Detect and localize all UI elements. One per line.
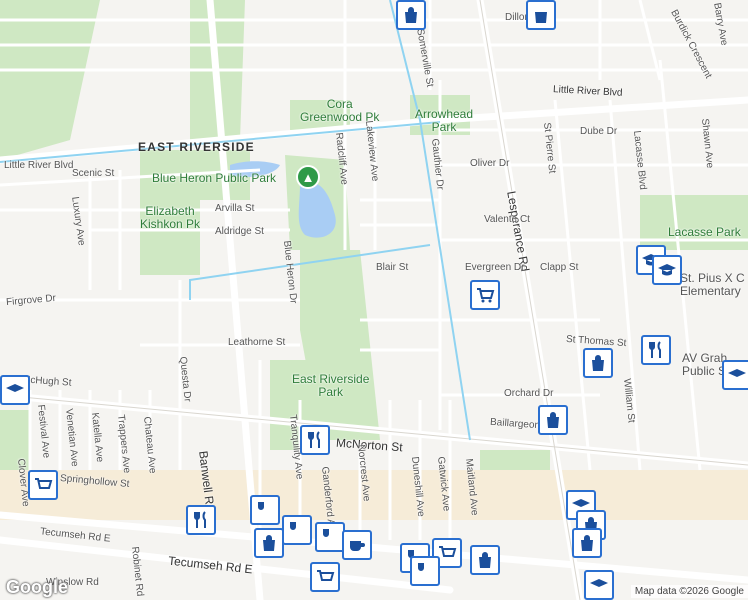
restaurant-icon[interactable] bbox=[282, 515, 312, 545]
map-view[interactable]: EAST RIVERSIDE Cora Greenwood Pk Arrowhe… bbox=[0, 0, 748, 600]
cafe-icon[interactable] bbox=[342, 530, 372, 560]
park-pin-icon[interactable]: ▲ bbox=[296, 165, 320, 189]
restaurant-icon[interactable] bbox=[186, 505, 216, 535]
school-icon[interactable] bbox=[584, 570, 614, 600]
street-label: Oliver Dr bbox=[470, 158, 510, 169]
shopping-bag-icon[interactable] bbox=[583, 348, 613, 378]
park-label-arrowhead[interactable]: Arrowhead Park bbox=[415, 108, 473, 134]
map-base bbox=[0, 0, 748, 600]
street-label: Little River Blvd bbox=[4, 160, 74, 171]
shopping-bag-icon[interactable] bbox=[254, 528, 284, 558]
school-icon[interactable] bbox=[722, 360, 748, 390]
restaurant-icon[interactable] bbox=[315, 522, 345, 552]
street-label: Evergreen Dr bbox=[465, 262, 525, 273]
shopping-bag-icon[interactable] bbox=[538, 405, 568, 435]
grocery-icon[interactable] bbox=[310, 562, 340, 592]
street-label: Valente Ct bbox=[484, 214, 530, 225]
street-label: Arvilla St bbox=[215, 203, 255, 214]
area-label: EAST RIVERSIDE bbox=[138, 140, 255, 154]
street-label: Leathorne St bbox=[228, 337, 286, 348]
street-label: Orchard Dr bbox=[504, 388, 554, 399]
park-label-east-riverside[interactable]: East Riverside Park bbox=[292, 373, 369, 399]
street-label: Dube Dr bbox=[580, 126, 618, 137]
restaurant-icon[interactable] bbox=[250, 495, 280, 525]
shopping-bag-icon[interactable] bbox=[396, 0, 426, 30]
street-label: Scenic St bbox=[72, 168, 115, 179]
grocery-icon[interactable] bbox=[470, 280, 500, 310]
street-label: Blair St bbox=[376, 262, 409, 273]
restaurant-icon[interactable] bbox=[641, 335, 671, 365]
school-icon[interactable] bbox=[0, 375, 30, 405]
shopping-bag-icon[interactable] bbox=[470, 545, 500, 575]
school-icon[interactable] bbox=[652, 255, 682, 285]
shopping-bag-icon[interactable] bbox=[526, 0, 556, 30]
restaurant-icon[interactable] bbox=[410, 556, 440, 586]
street-label: Clapp St bbox=[540, 262, 579, 273]
street-label: Aldridge St bbox=[215, 226, 264, 237]
map-attribution[interactable]: Map data ©2026 Google bbox=[630, 585, 748, 598]
grocery-icon[interactable] bbox=[28, 470, 58, 500]
park-label-blue-heron[interactable]: Blue Heron Public Park bbox=[152, 172, 276, 185]
restaurant-icon[interactable] bbox=[300, 425, 330, 455]
park-label-lacasse[interactable]: Lacasse Park bbox=[668, 226, 741, 239]
school-label-st-pius[interactable]: St. Pius X C Elementary bbox=[680, 272, 745, 298]
google-logo: Google bbox=[6, 577, 68, 597]
park-label-elizabeth-kishkon[interactable]: Elizabeth Kishkon Pk bbox=[140, 205, 200, 231]
shopping-bag-icon[interactable] bbox=[572, 528, 602, 558]
